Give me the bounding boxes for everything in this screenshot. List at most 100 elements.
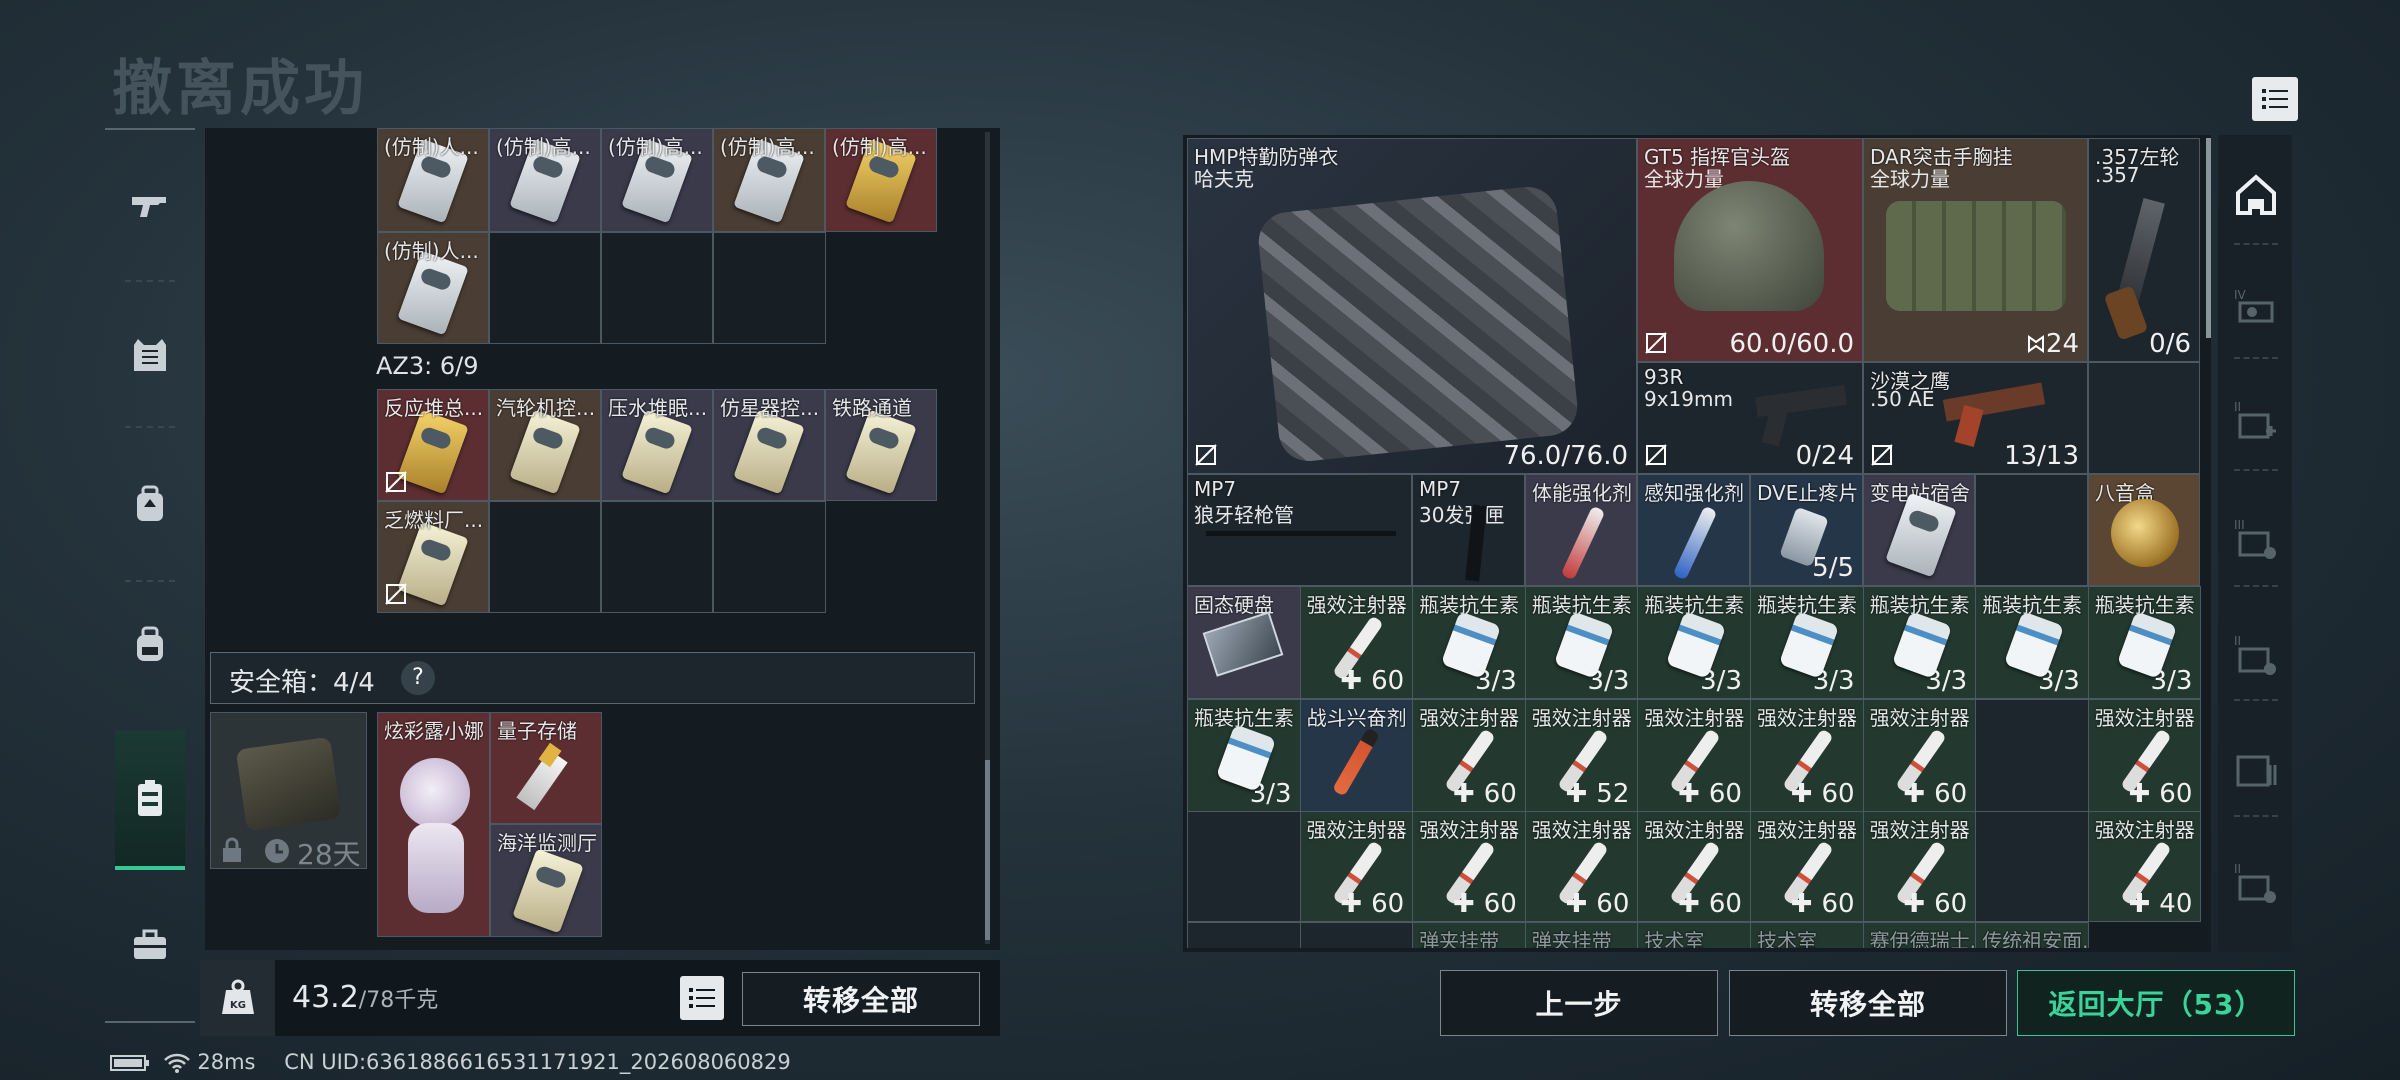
back-button[interactable]: 上一步 [1440, 970, 1718, 1036]
item-slot[interactable]: 体能强化剂 [1525, 474, 1637, 586]
item-slot[interactable]: 强效注射器 ✚ 60 [1750, 811, 1864, 922]
item-slot[interactable]: 乏燃料厂... [377, 501, 489, 613]
item-slot[interactable]: 瓶装抗生素 3/3 [1412, 586, 1526, 699]
item-slot[interactable]: 战斗兴奋剂 [1299, 699, 1414, 812]
empty-slot[interactable] [1187, 811, 1301, 922]
item-slot[interactable]: 技术室 [1750, 922, 1864, 948]
item-slot[interactable]: 强效注射器 ✚ 60 [1862, 811, 1977, 922]
transfer-all-left-button[interactable]: 转移全部 [742, 972, 980, 1026]
item-slot[interactable]: 赛伊德瑞士... [1862, 922, 1977, 948]
item-slot[interactable]: (仿制)人... [377, 232, 489, 344]
item-slot[interactable]: 强效注射器 ✚ 60 [1637, 699, 1751, 812]
item-slot[interactable]: 弹夹挂带 [1412, 922, 1526, 948]
item-slot[interactable]: 强效注射器 ✚ 60 [2087, 699, 2202, 812]
safe-case-tab[interactable] [115, 730, 185, 870]
item-slot-helmet[interactable]: GT5 指挥官头盔 全球力量 60.0/60.0 [1637, 138, 1863, 362]
home-base-icon[interactable] [2232, 171, 2280, 219]
item-slot[interactable]: 铁路通道 [825, 389, 937, 501]
pistol-icon[interactable] [115, 160, 185, 250]
empty-slot[interactable] [1975, 474, 2088, 586]
item-slot[interactable]: (仿制)高... [489, 128, 601, 232]
item-slot-pistol[interactable]: 沙漠之鹰 .50 AE 13/13 [1863, 362, 2088, 474]
item-slot-magazine[interactable]: MP7 30发弹匣 [1412, 474, 1525, 586]
item-slot[interactable]: 变电站宿舍 [1863, 474, 1975, 586]
item-slot[interactable]: 瓶装抗生素 3/3 [1975, 586, 2089, 699]
ammo-box-icon[interactable] [2232, 745, 2280, 793]
briefcase-icon[interactable] [115, 900, 185, 990]
item-slot[interactable]: (仿制)人... [377, 128, 489, 232]
item-slot[interactable]: 强效注射器 ✚ 60 [1412, 699, 1526, 812]
item-slot[interactable]: 反应堆总... [377, 389, 489, 501]
safebox-slot[interactable]: 28天 [210, 712, 367, 869]
item-slot[interactable]: 强效注射器 ✚ 60 [1299, 811, 1414, 922]
item-slot[interactable]: 传统祖安面... [1975, 922, 2089, 948]
item-slot-doll[interactable]: 炫彩露小娜 [377, 712, 490, 937]
empty-slot[interactable] [489, 501, 601, 613]
item-slot-vest[interactable]: HMP特勤防弹衣 哈夫克 76.0/76.0 [1187, 138, 1637, 474]
item-slot-revolver[interactable]: .357左轮 .357 0/6 [2088, 138, 2200, 362]
return-lobby-button[interactable]: 返回大厅（53） [2017, 970, 2295, 1036]
help-button[interactable]: ? [401, 661, 435, 695]
item-slot[interactable]: 瓶装抗生素 3/3 [1637, 586, 1751, 699]
item-slot[interactable]: 强效注射器 ✚ 52 [1524, 699, 1639, 812]
empty-slot[interactable] [1299, 922, 1414, 948]
item-slot[interactable]: 瓶装抗生素 3/3 [1524, 586, 1639, 699]
transfer-all-button[interactable]: 转移全部 [1729, 970, 2007, 1036]
item-slot[interactable]: 压水堆眠... [601, 389, 713, 501]
level-1-tool-icon[interactable]: II [2232, 859, 2280, 907]
item-slot[interactable]: 固态硬盘 [1187, 586, 1301, 699]
item-slot[interactable]: 仿星器控... [713, 389, 825, 501]
item-slot[interactable]: 强效注射器 ✚ 60 [1750, 699, 1864, 812]
level-4-gear-icon[interactable]: IV [2232, 285, 2280, 333]
level-2-tool-icon[interactable]: II [2232, 631, 2280, 679]
empty-slot[interactable] [601, 232, 713, 344]
item-slot[interactable]: (仿制)高... [825, 128, 937, 232]
item-slot[interactable]: 瓶装抗生素 3/3 [2087, 586, 2202, 699]
item-slot-barrel[interactable]: MP7 狼牙轻枪管 [1187, 474, 1412, 586]
item-slot[interactable]: (仿制)高... [601, 128, 713, 232]
empty-slot[interactable] [489, 232, 601, 344]
item-slot[interactable]: 强效注射器 ✚ 60 [1299, 586, 1414, 699]
backpack-icon[interactable] [115, 600, 185, 690]
empty-slot[interactable] [713, 232, 826, 344]
item-slot-pistol[interactable]: 93R 9x19mm 0/24 [1637, 362, 1863, 474]
item-name: (仿制)高... [496, 135, 591, 159]
empty-slot[interactable] [713, 501, 826, 613]
empty-slot[interactable] [1975, 811, 2089, 922]
empty-slot[interactable] [2088, 362, 2200, 474]
container-scrollbar[interactable] [985, 132, 990, 944]
empty-slot[interactable] [1975, 699, 2089, 812]
safebox-header: 安全箱：4/4 ? [210, 652, 975, 704]
level-2-medical-icon[interactable]: II [2232, 397, 2280, 445]
backpack-armor-icon[interactable] [115, 460, 185, 550]
item-slot[interactable]: 瓶装抗生素 3/3 [1750, 586, 1864, 699]
empty-slot[interactable] [1187, 922, 1301, 948]
ammo-count: 0/6 [2149, 329, 2191, 359]
menu-list-button[interactable] [2252, 77, 2298, 121]
item-slot[interactable]: 瓶装抗生素 3/3 [1862, 586, 1977, 699]
item-slot[interactable]: DVE止疼片 5/5 [1750, 474, 1863, 586]
item-slot-usb[interactable]: 量子存储 [490, 712, 602, 824]
item-name: 弹夹挂带 [1419, 929, 1500, 948]
item-slot-music-box[interactable]: 八音盒 [2088, 474, 2200, 586]
list-view-button[interactable] [680, 976, 724, 1020]
item-slot[interactable]: 海洋监测厅 [490, 824, 602, 937]
item-slot-rig[interactable]: DAR突击手胸挂 全球力量 24 [1863, 138, 2088, 362]
empty-slot[interactable] [601, 501, 713, 613]
item-slot[interactable]: 瓶装抗生素 3/3 [1187, 699, 1301, 812]
loot-scrollbar[interactable] [2206, 138, 2211, 338]
item-slot[interactable]: 汽轮机控... [489, 389, 601, 501]
item-slot[interactable]: 强效注射器 ✚ 60 [1524, 811, 1639, 922]
item-slot[interactable]: 强效注射器 ✚ 60 [1637, 811, 1751, 922]
item-slot[interactable]: (仿制)高... [713, 128, 825, 232]
item-slot[interactable]: 强效注射器 ✚ 60 [1412, 811, 1526, 922]
item-name: 强效注射器 [1869, 818, 1970, 842]
item-slot[interactable]: 技术室 [1637, 922, 1751, 948]
no-bind-icon [385, 583, 407, 605]
item-slot[interactable]: 强效注射器 ✚ 40 [2087, 811, 2202, 922]
item-slot[interactable]: 弹夹挂带 [1524, 922, 1639, 948]
level-3-tool-icon[interactable]: III [2232, 515, 2280, 563]
item-slot[interactable]: 感知强化剂 [1637, 474, 1750, 586]
vest-icon[interactable] [115, 310, 185, 400]
item-slot[interactable]: 强效注射器 ✚ 60 [1862, 699, 1977, 812]
